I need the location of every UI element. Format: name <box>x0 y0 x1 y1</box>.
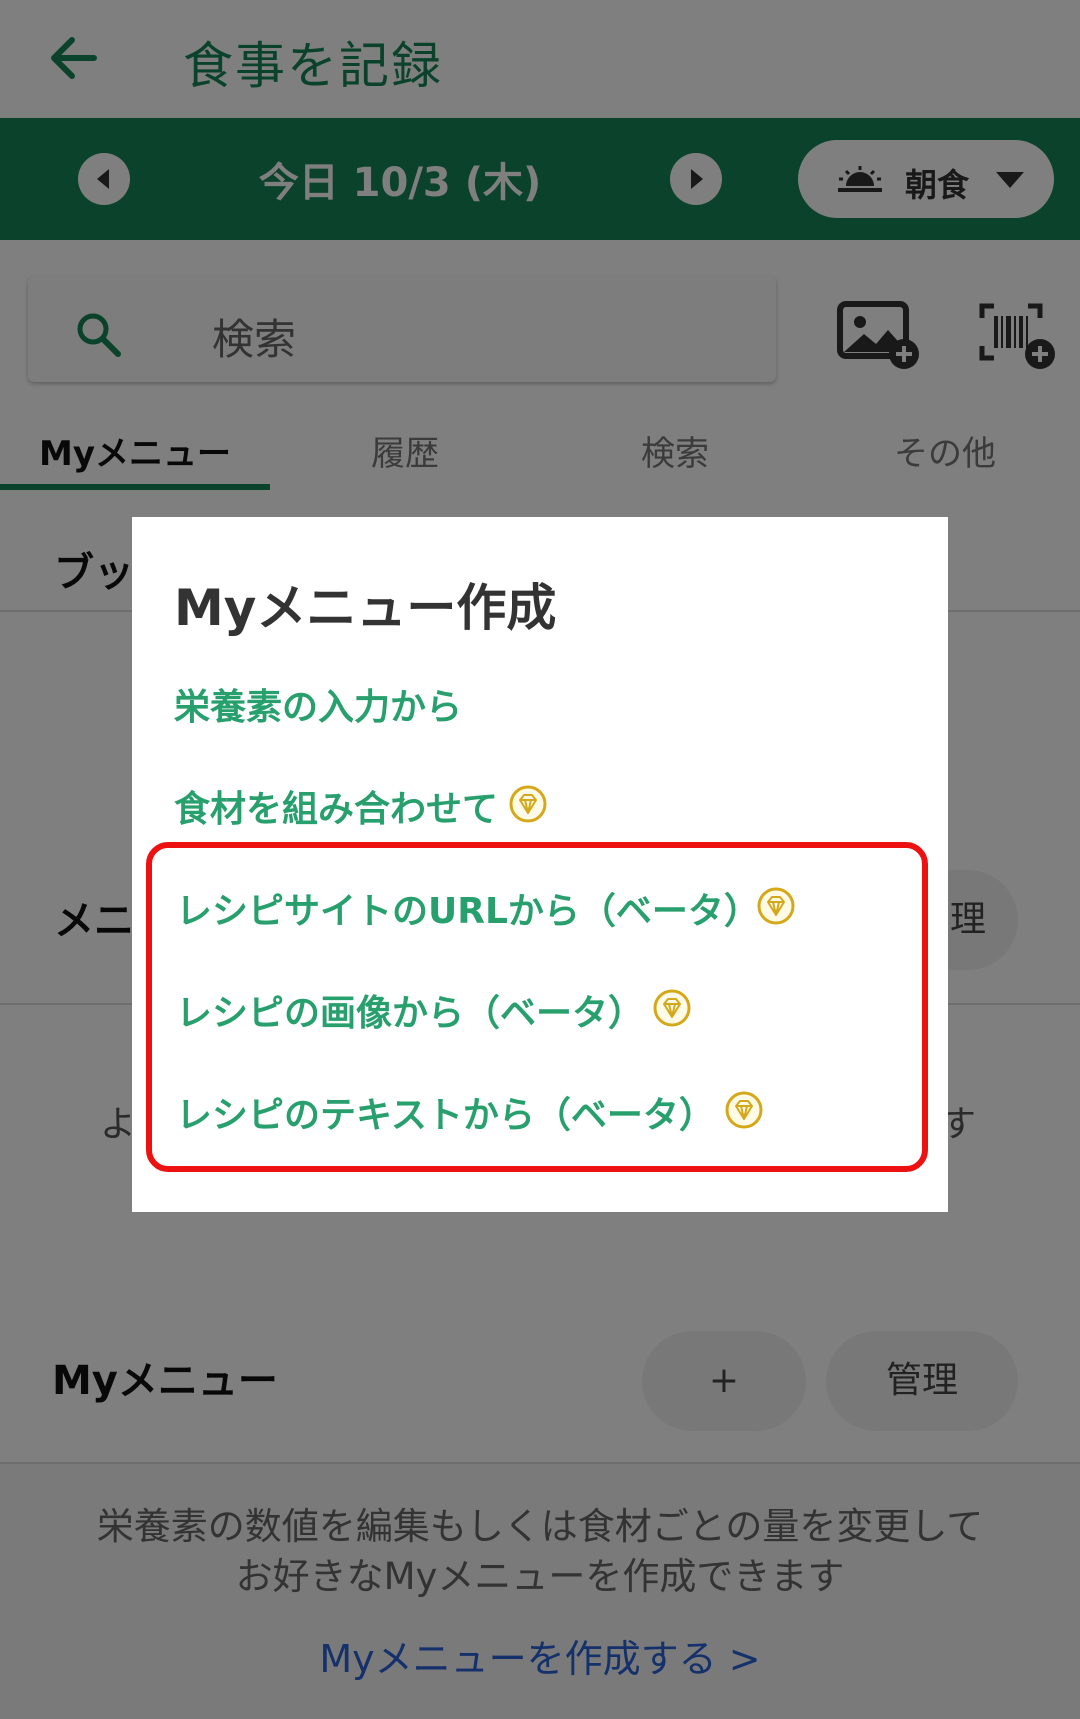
premium-diamond-icon <box>509 785 547 823</box>
beta-options-highlight <box>146 842 928 1172</box>
option-from-nutrients[interactable]: 栄養素の入力から <box>174 678 462 730</box>
option-label: 栄養素の入力から <box>174 687 463 728</box>
dialog-title: Myメニュー作成 <box>174 579 557 637</box>
option-label: 食材を組み合わせて <box>174 789 499 830</box>
option-combine-ingredients[interactable]: 食材を組み合わせて <box>174 780 498 832</box>
